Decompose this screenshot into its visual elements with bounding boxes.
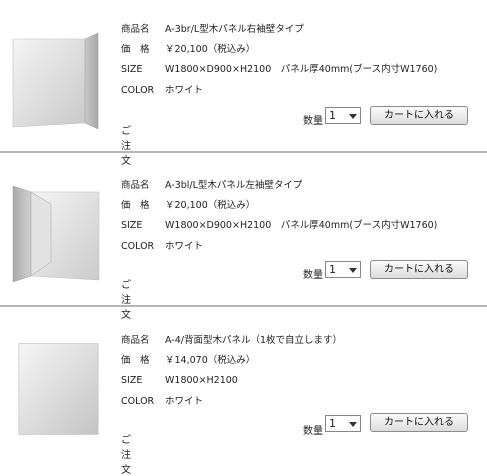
chevron-down-icon <box>349 114 357 119</box>
quantity-label: 数量 <box>303 426 323 437</box>
size-label: SIZE <box>121 220 143 231</box>
product-size: W1800×D900×H2100 パネル厚40mm(ブース内寸W1760) <box>165 220 438 231</box>
product-name: A-3bl/L型木パネル左袖壁タイプ <box>165 180 303 191</box>
price-label: 価 格 <box>121 355 150 366</box>
name-label: 商品名 <box>121 180 150 191</box>
add-to-cart-button[interactable]: カートに入れる <box>370 106 468 125</box>
size-label: SIZE <box>121 375 143 386</box>
back-panel-icon <box>18 343 99 435</box>
divider <box>0 305 487 307</box>
product-price: ￥20,100（税込み） <box>165 44 256 55</box>
quantity-select[interactable]: 1 <box>325 107 361 124</box>
product-price: ￥20,100（税込み） <box>165 200 256 211</box>
product-price: ￥14,070（税込み） <box>165 355 256 366</box>
name-label: 商品名 <box>121 335 150 346</box>
price-label: 価 格 <box>121 200 150 211</box>
quantity-value: 1 <box>329 109 336 122</box>
order-label: ご注文 <box>121 435 131 476</box>
price-label: 価 格 <box>121 44 150 55</box>
product-name: A-4/背面型木パネル（1枚で自立します） <box>165 335 343 346</box>
product-color: ホワイト <box>165 396 204 407</box>
l-shaped-panel-right-icon <box>12 32 99 130</box>
product-item-a4: 商品名 A-4/背面型木パネル（1枚で自立します） 価 格 ￥14,070（税込み）… <box>0 308 487 476</box>
quantity-label: 数量 <box>303 270 323 281</box>
name-label: 商品名 <box>121 24 150 35</box>
quantity-select[interactable]: 1 <box>325 261 361 278</box>
quantity-label: 数量 <box>303 116 323 127</box>
product-color: ホワイト <box>165 85 204 96</box>
quantity-value: 1 <box>329 263 336 276</box>
divider <box>0 151 487 153</box>
add-to-cart-button[interactable]: カートに入れる <box>370 413 468 432</box>
quantity-value: 1 <box>329 417 336 430</box>
product-size: W1800×H2100 <box>165 375 238 386</box>
chevron-down-icon <box>349 422 357 427</box>
product-name: A-3br/L型木パネル右袖壁タイプ <box>165 24 304 35</box>
quantity-select[interactable]: 1 <box>325 415 361 432</box>
product-size: W1800×D900×H2100 パネル厚40mm(ブース内寸W1760) <box>165 64 438 75</box>
chevron-down-icon <box>349 268 357 273</box>
size-label: SIZE <box>121 64 143 75</box>
color-label: COLOR <box>121 241 155 252</box>
color-label: COLOR <box>121 396 155 407</box>
product-color: ホワイト <box>165 241 204 252</box>
product-item-a3bl: 商品名 A-3bl/L型木パネル左袖壁タイプ 価 格 ￥20,100（税込み） SI… <box>0 154 487 321</box>
color-label: COLOR <box>121 85 155 96</box>
add-to-cart-button[interactable]: カートに入れる <box>370 260 468 279</box>
l-shaped-panel-left-icon <box>12 185 100 283</box>
product-item-a3br: 商品名 A-3br/L型木パネル右袖壁タイプ 価 格 ￥20,100（税込み） SI… <box>0 0 487 167</box>
